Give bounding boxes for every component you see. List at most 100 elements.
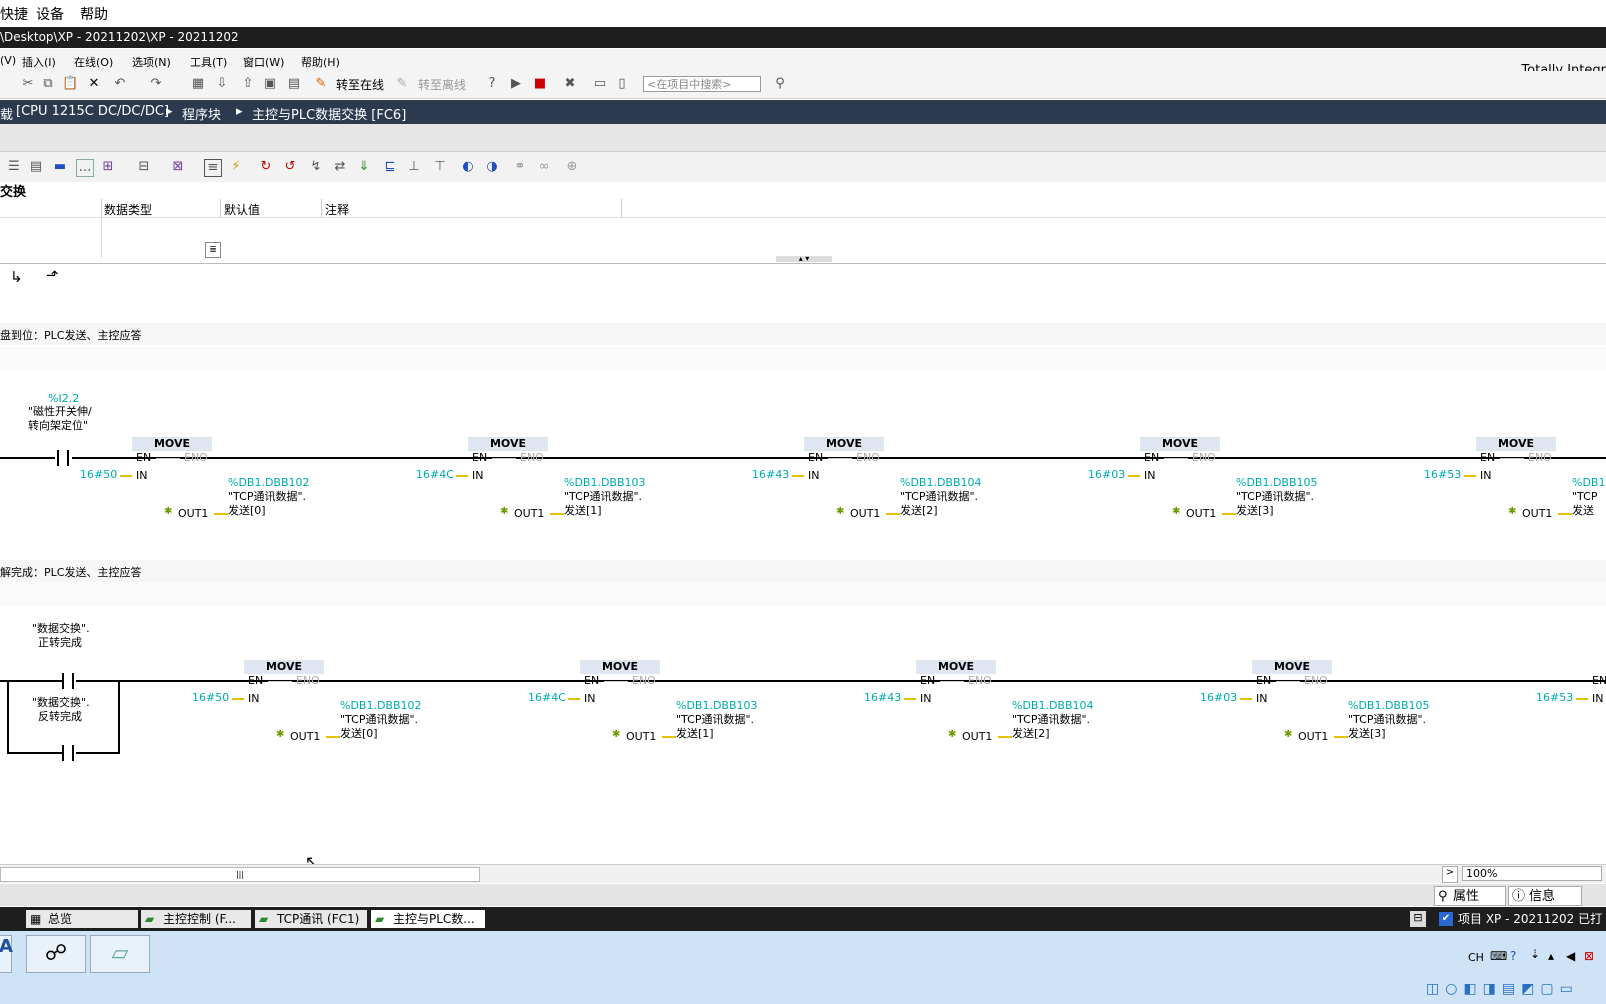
out-address[interactable]: %DB1.DBB104 [1012,699,1094,712]
in-value[interactable]: 16#50 [192,691,229,704]
project-search-input[interactable]: <在项目中搜索> [643,76,761,92]
menu-help2[interactable]: 帮助(H) [301,54,340,70]
in-value[interactable]: 16#03 [1088,468,1125,481]
tray-arrow-icon[interactable]: ⇣ [1530,947,1540,961]
download-icon[interactable]: ⇩ [214,76,230,92]
help-icon[interactable]: ? [1510,949,1516,963]
insert-network-icon[interactable]: ▬ [52,159,68,175]
move-block-title[interactable]: MOVE [916,660,996,674]
menu-shortcut[interactable]: 快捷 [0,4,28,24]
menu-insert[interactable]: 插入(I) [22,54,56,70]
delete-icon[interactable]: ✕ [86,76,102,92]
horizontal-scrollbar[interactable]: ||| > 100% [0,864,1606,883]
menu-device[interactable]: 设备 [36,4,64,24]
compile-icon[interactable]: ▦ [190,76,206,92]
undo-icon[interactable]: ↶ [112,76,128,92]
in-value[interactable]: 16#03 [1200,691,1237,704]
scroll-thumb[interactable]: ||| [0,867,480,882]
open-branch-icon[interactable]: ⊞ [100,159,116,175]
in-value[interactable]: 16#53 [1424,468,1461,481]
branch-open-icon[interactable]: ↳ [10,268,23,286]
step-icon[interactable]: ⊑ [382,159,398,175]
scroll-right-icon[interactable]: > [1442,866,1458,883]
copy-icon[interactable]: ⧉ [40,76,56,92]
comment-icon[interactable]: … [76,159,94,177]
clear-breakpoint-icon[interactable]: ↺ [282,159,298,175]
close-branch-icon[interactable]: ⊟ [136,159,152,175]
tab-main-control[interactable]: ▰ 主控控制 (F... [141,910,251,928]
move-block-title[interactable]: MOVE [580,660,660,674]
volume-icon[interactable]: ◀ [1566,949,1575,963]
out-address[interactable]: %DB1 [1572,476,1605,489]
favorites-icon[interactable]: ⚡ [228,159,244,175]
download-block-icon[interactable]: ⇓ [356,159,372,175]
menu-online[interactable]: 在线(O) [74,54,113,70]
col-comment[interactable]: 注释 [325,201,349,218]
move-block-title[interactable]: MOVE [1140,437,1220,451]
n1-contact-i22[interactable] [57,450,69,466]
breadcrumb-folder[interactable]: 程序块 [182,104,221,123]
redo-icon[interactable]: ↷ [148,76,164,92]
list-icon[interactable]: ☰ [6,159,22,175]
tray-language[interactable]: CH [1468,951,1484,964]
menu-tools[interactable]: 工具(T) [190,54,227,70]
expand-table-icon[interactable]: ≣ [205,242,221,258]
monitor-icon[interactable]: ▶ [508,76,524,92]
in-value[interactable]: 16#4C [528,691,566,704]
upload-icon[interactable]: ⇧ [240,76,256,92]
step-into-icon[interactable]: ⊥ [406,159,422,175]
tab-properties[interactable]: ⚲ 属性 [1434,886,1506,906]
move-block-title[interactable]: MOVE [244,660,324,674]
keyboard-icon[interactable]: ⌨ [1490,949,1507,963]
tab-info[interactable]: ⓘ 信息 [1508,886,1582,906]
insert-row-icon[interactable]: ▤ [28,159,44,175]
tab-tcp-comm[interactable]: ▰ TCP通讯 (FC1) [255,910,367,928]
split-vertical-icon[interactable]: ▯ [614,76,630,92]
taskbar-network-icon[interactable]: ☍ [26,935,86,973]
out-address[interactable]: %DB1.DBB102 [228,476,310,489]
split-horizontal-icon[interactable]: ▭ [592,76,608,92]
zoom-level[interactable]: 100% [1462,866,1602,881]
tab-overview[interactable]: ▦ 总览 [26,910,138,928]
go-offline-icon[interactable]: ✎ [394,76,410,92]
move-block-title[interactable]: MOVE [804,437,884,451]
cut-icon[interactable]: ✂ [20,76,36,92]
in-value[interactable]: 16#43 [752,468,789,481]
menu-help[interactable]: 帮助 [80,4,108,24]
out-address[interactable]: %DB1.DBB105 [1236,476,1318,489]
n2-contact-forward-done[interactable] [62,673,74,689]
col-default[interactable]: 默认值 [224,201,260,218]
in-value[interactable]: 16#43 [864,691,901,704]
breadcrumb-device[interactable]: [CPU 1215C DC/DC/DC] [16,104,169,119]
n2-contact-reverse-done[interactable] [62,745,74,761]
lock-icon[interactable]: ⊕ [564,159,580,175]
monitor-on-icon[interactable]: ◐ [460,159,476,175]
splitter-handle-icon[interactable]: ▴ ▾ [776,255,832,263]
simulation-icon[interactable]: ▤ [286,76,302,92]
tab-main-plc-exchange[interactable]: ▰ 主控与PLC数... [371,910,485,928]
network-1-comment[interactable]: 盘到位：PLC发送、主控应答 [0,323,1606,345]
out-address[interactable]: %DB1.DBB104 [900,476,982,489]
move-block-title[interactable]: MOVE [132,437,212,451]
show-hidden-icon[interactable]: ▴ [1548,949,1554,963]
out-address[interactable]: %DB1.DBB103 [564,476,646,489]
diagnostics-icon[interactable]: ? [484,76,500,92]
in-value[interactable]: 16#4C [416,468,454,481]
menu-options[interactable]: 选项(N) [132,54,171,70]
glasses-icon[interactable]: ∞ [536,159,552,175]
status-bar-icon[interactable]: ⊟ [1410,911,1426,927]
go-online-icon[interactable]: ✎ [313,76,329,92]
move-block-title[interactable]: MOVE [1252,660,1332,674]
go-online-button[interactable]: 转至在线 [336,76,384,93]
goto-icon[interactable]: ↯ [308,159,324,175]
paste-icon[interactable]: 📋 [62,76,78,92]
breadcrumb-block[interactable]: 主控与PLC数据交换 [FC6] [252,104,406,123]
in-value[interactable]: 16#50 [80,468,117,481]
network-error-icon[interactable]: ⊠ [1584,949,1594,963]
tray-quicklaunch-icons[interactable]: ◫○◧◨▤◩▢▭ [1426,981,1606,1003]
breakpoint-icon[interactable]: ↻ [258,159,274,175]
go-offline-button[interactable]: 转至离线 [418,76,466,93]
taskbar-app-a[interactable]: A [0,935,13,973]
monitor-off-icon[interactable]: ◑ [484,159,500,175]
network-2-comment[interactable]: 解完成：PLC发送、主控应答 [0,560,1606,582]
